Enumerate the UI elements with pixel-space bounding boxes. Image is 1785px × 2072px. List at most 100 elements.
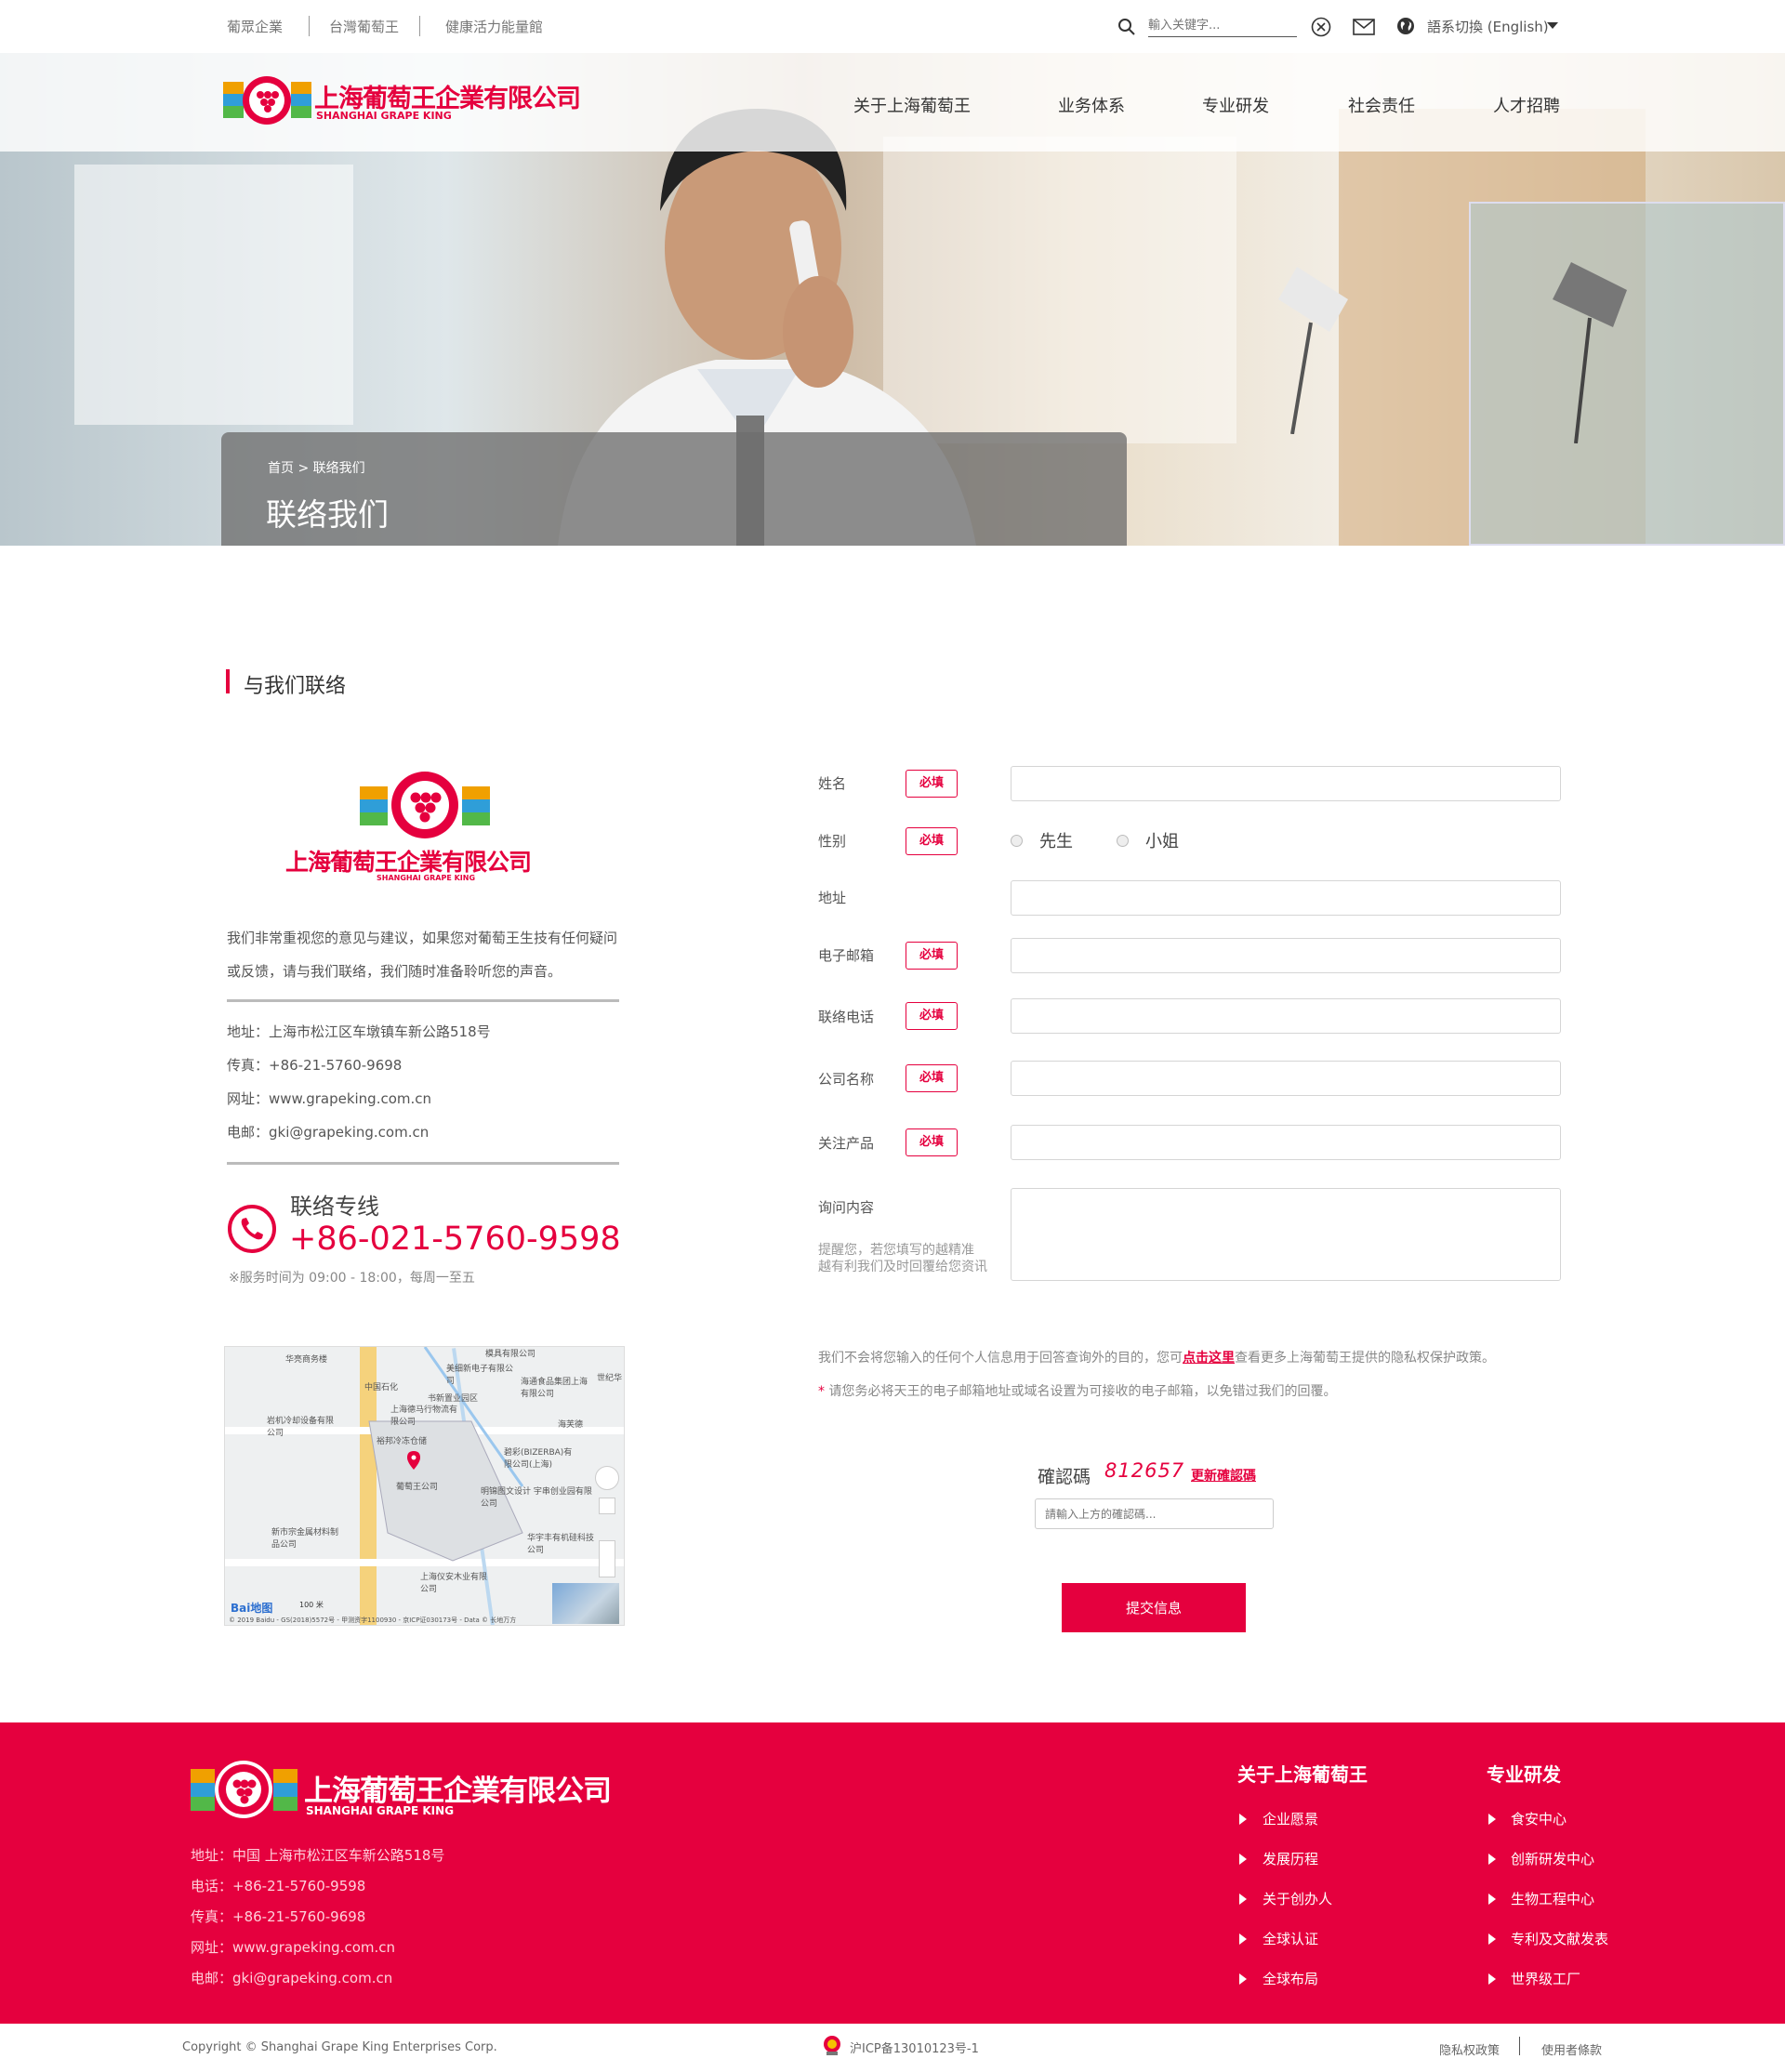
terms-link[interactable]: 使用者條款 — [1541, 2040, 1602, 2058]
footer-link-founder[interactable]: 关于创办人 — [1263, 1889, 1332, 1908]
hero-window-left — [74, 165, 353, 425]
chevron-right-icon — [1488, 1894, 1496, 1905]
footer-link-bioengineering[interactable]: 生物工程中心 — [1511, 1889, 1594, 1908]
footer-address: 地址：中国 上海市松江区车新公路518号 — [191, 1847, 445, 1864]
toplink-energy-hall[interactable]: 健康活力能量館 — [445, 17, 543, 36]
gender-radio-mr[interactable] — [1011, 835, 1023, 847]
required-badge: 必填 — [906, 942, 958, 970]
gender-option-ms[interactable]: 小姐 — [1145, 828, 1179, 852]
map-streetview-thumbnail[interactable] — [552, 1583, 619, 1624]
captcha-input[interactable] — [1035, 1498, 1274, 1529]
nav-careers[interactable]: 人才招聘 — [1493, 93, 1560, 117]
breadcrumb-home[interactable]: 首页 — [268, 461, 294, 476]
field-label-email: 电子邮箱 — [818, 947, 875, 964]
footer-link-global[interactable]: 全球布局 — [1263, 1969, 1318, 1988]
map-pin-icon[interactable] — [407, 1451, 420, 1473]
nav-business[interactable]: 业务体系 — [1058, 93, 1125, 117]
toplink-taiwan-grapeking[interactable]: 台灣葡萄王 — [329, 17, 399, 36]
required-badge: 必填 — [906, 1064, 958, 1092]
grape-king-logo-icon — [191, 1761, 298, 1818]
map-2d-toggle[interactable] — [599, 1498, 615, 1514]
breadcrumb: 首页 > 联络我们 — [268, 458, 365, 477]
contact-website: 网址：www.grapeking.com.cn — [227, 1090, 432, 1107]
footer-link-innovation[interactable]: 创新研发中心 — [1511, 1849, 1594, 1868]
submit-button[interactable]: 提交信息 — [1062, 1583, 1246, 1632]
field-label-address: 地址 — [818, 890, 847, 906]
footer-link-certification[interactable]: 全球认证 — [1263, 1929, 1318, 1948]
map-compass-icon[interactable] — [595, 1466, 619, 1490]
map-brand-logo: Bai地图 — [231, 1602, 273, 1615]
site-logo[interactable]: 上海葡萄王企業有限公司 SHANGHAI GRAPE KING — [223, 74, 614, 126]
captcha-image: 812657 — [1104, 1459, 1185, 1482]
breadcrumb-current: 联络我们 — [312, 461, 365, 476]
service-hours: ※服务时间为 09:00 - 18:00，每周一至五 — [229, 1271, 475, 1286]
mail-icon[interactable] — [1353, 19, 1375, 39]
footer-logo[interactable]: 上海葡萄王企業有限公司 SHANGHAI GRAPE KING — [191, 1760, 674, 1825]
map-poi: 美细新电子有限公司 — [446, 1365, 514, 1386]
inquiry-hint-1: 提醒您，若您填写的越精准 — [818, 1243, 974, 1258]
section-title: 与我们联络 — [244, 675, 347, 698]
grape-king-logo-icon — [223, 76, 311, 125]
location-map[interactable]: 华亮商务楼 中国石化 上海德马行物流有限公司 裕邦冷冻仓储 美细新电子有限公司 … — [224, 1346, 625, 1626]
logo-text-en: SHANGHAI GRAPE KING — [306, 1804, 455, 1817]
footer-link-history[interactable]: 发展历程 — [1263, 1849, 1318, 1868]
close-circle-icon[interactable] — [1311, 17, 1331, 41]
hotline-title: 联络专线 — [290, 1194, 379, 1220]
logo-text-cn: 上海葡萄王企業有限公司 — [285, 849, 532, 876]
map-poi: 华宇丰有机硅科技公司 — [527, 1534, 595, 1555]
map-poi: 模具有限公司 — [485, 1350, 536, 1359]
breadcrumb-panel: 首页 > 联络我们 联络我们 — [221, 432, 1127, 546]
section-title-accent — [226, 669, 230, 693]
divider — [227, 1162, 619, 1165]
chevron-right-icon — [1488, 1854, 1496, 1865]
nav-social-responsibility[interactable]: 社会责任 — [1348, 93, 1415, 117]
company-input[interactable] — [1011, 1061, 1561, 1096]
nav-research[interactable]: 专业研发 — [1202, 93, 1269, 117]
map-zoom-control[interactable] — [599, 1540, 615, 1577]
product-input[interactable] — [1011, 1125, 1561, 1160]
required-badge: 必填 — [906, 827, 958, 855]
footer-website: 网址：www.grapeking.com.cn — [191, 1939, 396, 1956]
map-poi: 岩机冷却设备有限公司 — [267, 1417, 335, 1438]
chevron-down-icon[interactable] — [1547, 22, 1558, 29]
bottom-bar: Copyright © Shanghai Grape King Enterpri… — [0, 2024, 1785, 2072]
divider — [309, 16, 310, 36]
map-poi: 上海仪安木业有限公司 — [420, 1573, 488, 1594]
toplink-pucom[interactable]: 葡眾企業 — [227, 17, 283, 36]
inquiry-textarea[interactable] — [1011, 1188, 1561, 1281]
map-scale: 100 米 — [299, 1601, 324, 1609]
search-input[interactable] — [1148, 15, 1297, 37]
icp-link[interactable]: 沪ICP备13010123号-1 — [850, 2039, 979, 2056]
field-label-phone: 联络电话 — [818, 1009, 875, 1025]
privacy-link[interactable]: 点击这里 — [1183, 1351, 1235, 1366]
footer-link-vision[interactable]: 企业愿景 — [1263, 1809, 1318, 1828]
grape-king-logo-icon — [360, 772, 490, 838]
search-icon[interactable] — [1117, 18, 1136, 40]
note-star: * — [818, 1384, 825, 1399]
map-poi: 海芙德 — [558, 1420, 584, 1430]
language-switch[interactable]: 語系切換 (English) — [1427, 17, 1549, 36]
field-label-company: 公司名称 — [818, 1071, 875, 1088]
company-logo-large: 上海葡萄王企業有限公司 SHANGHAI GRAPE KING — [285, 770, 564, 882]
phone-input[interactable] — [1011, 998, 1561, 1034]
footer-col-about-title[interactable]: 关于上海葡萄王 — [1237, 1760, 1368, 1787]
email-input[interactable] — [1011, 938, 1561, 973]
footer-link-food-safety[interactable]: 食安中心 — [1511, 1809, 1567, 1828]
privacy-policy-link[interactable]: 隐私权政策 — [1439, 2040, 1500, 2058]
captcha-refresh-link[interactable]: 更新確認碼 — [1191, 1466, 1256, 1485]
hotline-number[interactable]: +86-021-5760-9598 — [289, 1221, 621, 1258]
footer-link-patents[interactable]: 专利及文献发表 — [1511, 1929, 1608, 1948]
map-copyright: © 2019 Baidu - GS(2018)5572号 - 甲测资字11009… — [229, 1617, 517, 1624]
logo-text-en: SHANGHAI GRAPE KING — [316, 110, 452, 122]
footer: 上海葡萄王企業有限公司 SHANGHAI GRAPE KING 地址：中国 上海… — [0, 1722, 1785, 2024]
gender-option-mr[interactable]: 先生 — [1039, 828, 1073, 852]
hero-lamp-illustration — [1278, 267, 1348, 434]
map-poi: 中国石化 — [364, 1383, 399, 1392]
hero-lamp-illustration-2 — [1553, 262, 1627, 443]
nav-about[interactable]: 关于上海葡萄王 — [853, 93, 971, 117]
name-input[interactable] — [1011, 766, 1561, 801]
address-input[interactable] — [1011, 880, 1561, 916]
footer-link-factory[interactable]: 世界级工厂 — [1511, 1969, 1580, 1988]
gender-radio-ms[interactable] — [1117, 835, 1129, 847]
footer-col-research-title[interactable]: 专业研发 — [1487, 1760, 1561, 1787]
